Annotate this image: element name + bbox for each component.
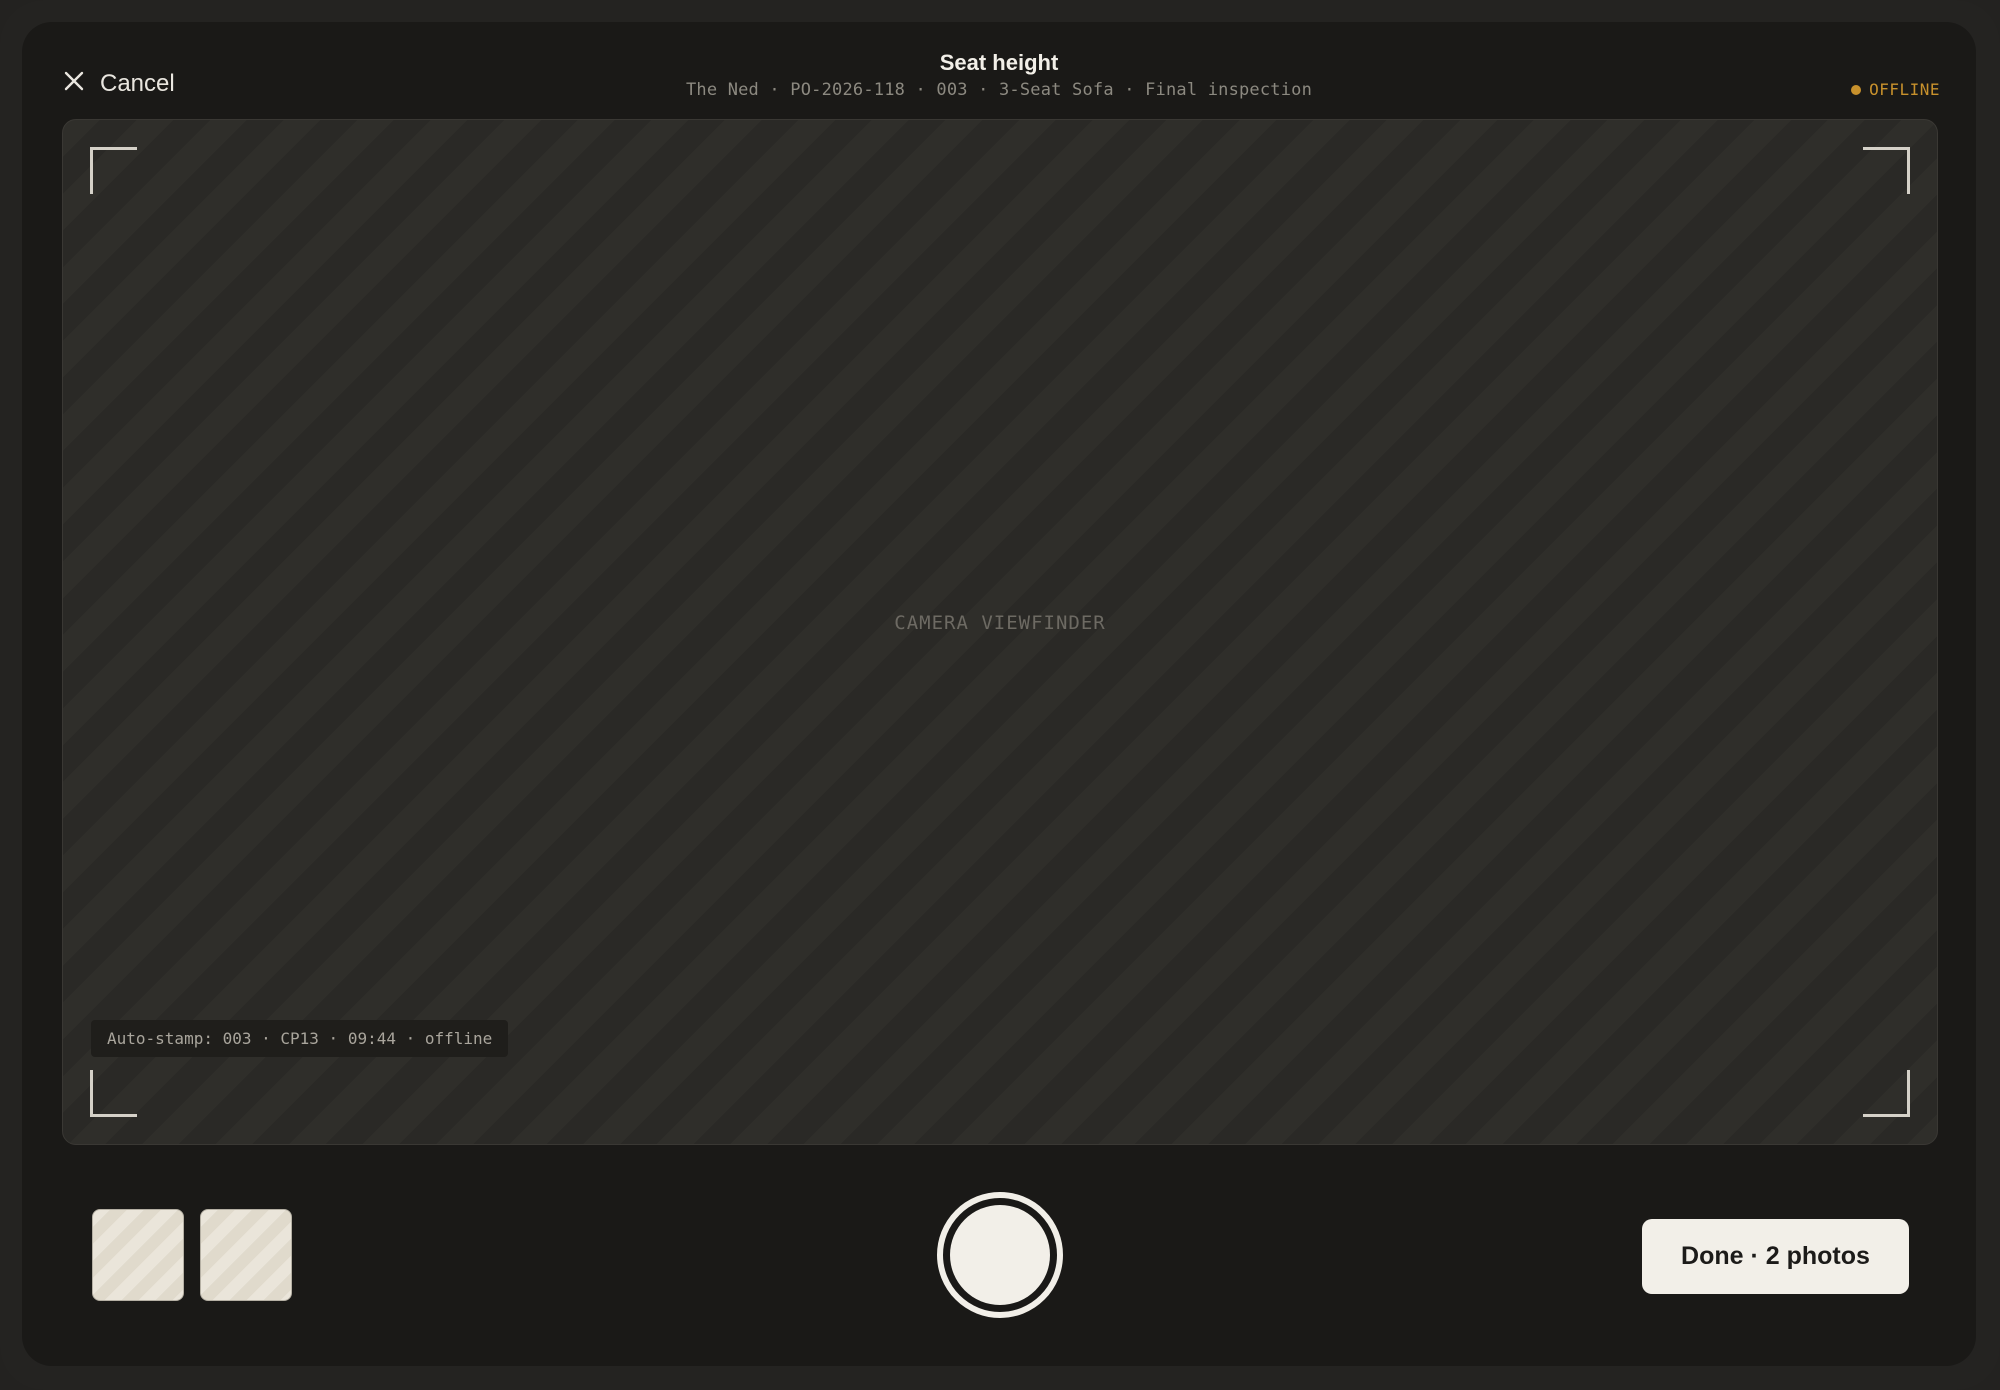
done-button[interactable]: Done · 2 photos	[1642, 1219, 1909, 1294]
header-title-block: Seat height The Ned · PO-2026-118 · 003 …	[22, 48, 1976, 101]
photo-thumbnails	[92, 1209, 292, 1301]
page-title: Seat height	[939, 50, 1059, 75]
corner-bracket-bottom-right	[1863, 1070, 1910, 1117]
photo-thumbnail[interactable]	[92, 1209, 184, 1301]
corner-bracket-bottom-left	[90, 1070, 137, 1117]
status-dot-icon	[1851, 84, 1862, 95]
tablet-frame: Cancel Seat height The Ned · PO-2026-118…	[0, 0, 2000, 1390]
page-subtitle: The Ned · PO-2026-118 · 003 · 3-Seat Sof…	[685, 80, 1313, 100]
viewfinder-label: CAMERA VIEWFINDER	[894, 612, 1106, 634]
shutter-inner-circle	[950, 1205, 1050, 1305]
offline-status-badge: OFFLINE	[1851, 80, 1940, 99]
photo-thumbnail[interactable]	[200, 1209, 292, 1301]
auto-stamp-label: Auto-stamp: 003 · CP13 · 09:44 · offline	[91, 1020, 509, 1057]
status-label: OFFLINE	[1869, 80, 1940, 99]
corner-bracket-top-left	[90, 147, 137, 194]
corner-bracket-top-right	[1863, 147, 1910, 194]
camera-viewfinder[interactable]: CAMERA VIEWFINDER Auto-stamp: 003 · CP13…	[62, 119, 1938, 1145]
camera-screen: Cancel Seat height The Ned · PO-2026-118…	[22, 22, 1976, 1366]
shutter-button[interactable]	[937, 1192, 1063, 1318]
